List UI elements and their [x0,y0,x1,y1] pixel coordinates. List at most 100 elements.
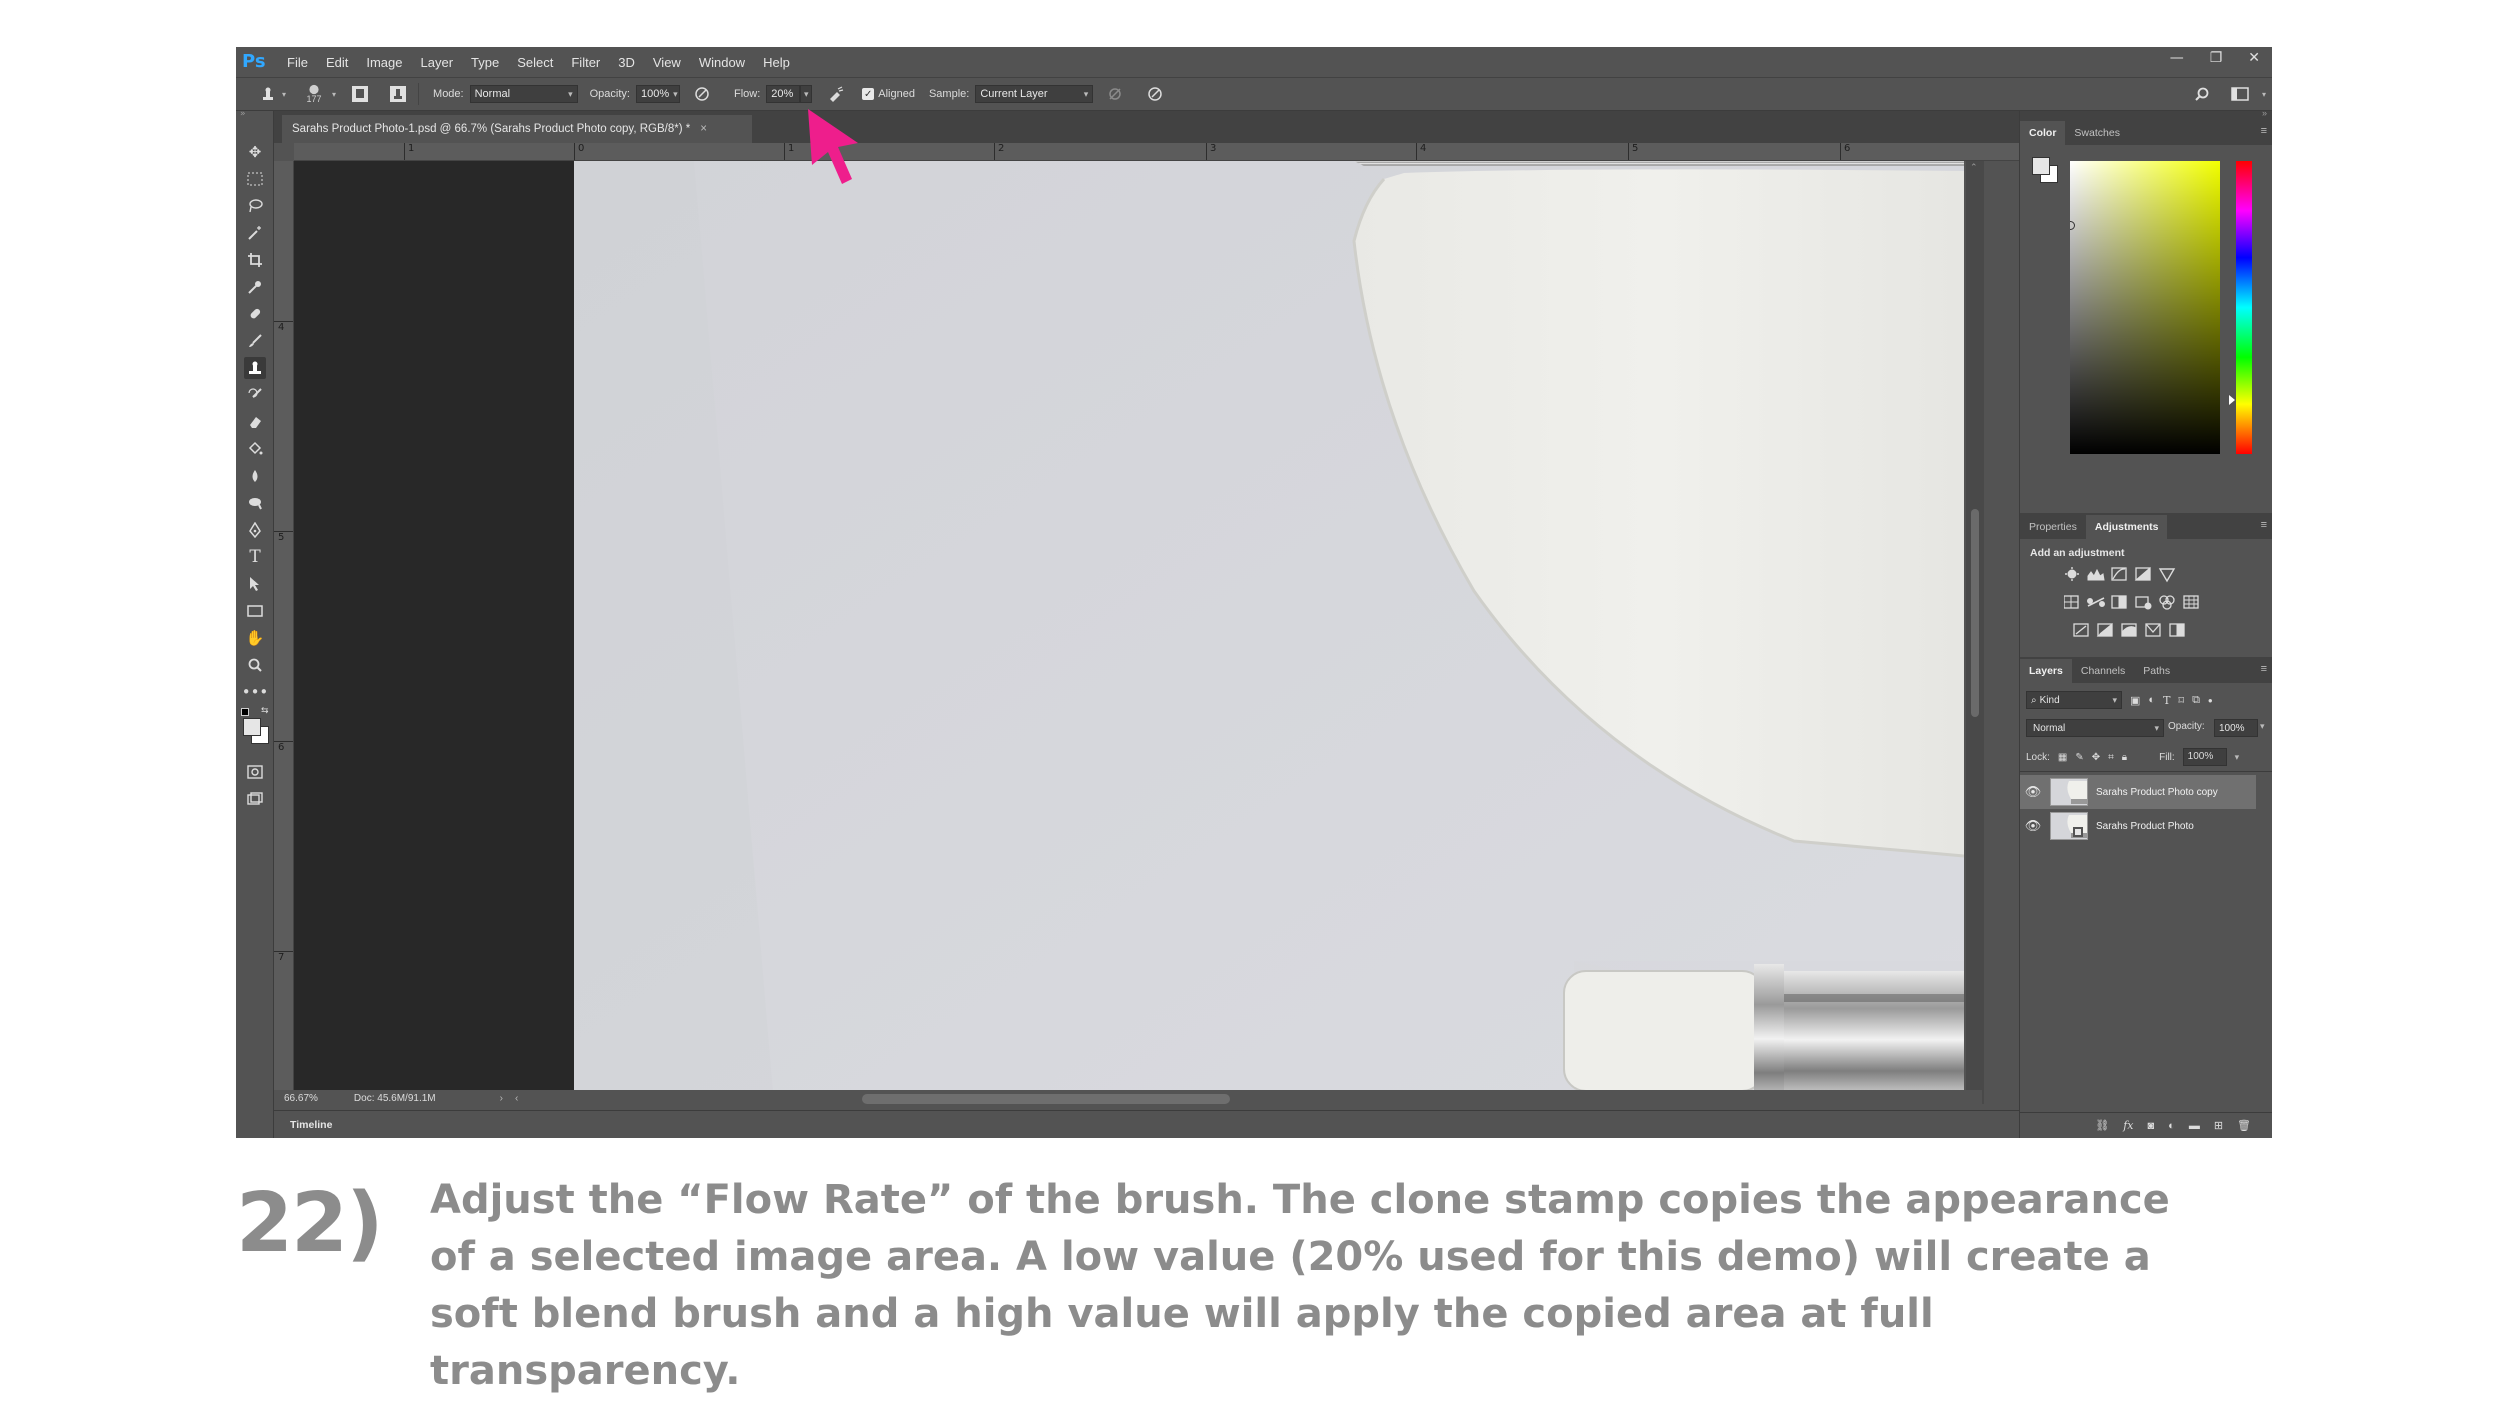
chevron-down-icon[interactable]: ▾ [2235,752,2240,763]
more-tools-icon[interactable]: ••• [242,681,269,703]
lock-transparent-icon[interactable]: ▦ [2058,752,2067,763]
tab-adjustments[interactable]: Adjustments [2085,515,2168,539]
smart-object-filter-icon[interactable]: ⧉ [2192,694,2200,707]
link-layers-icon[interactable]: ⛓︎ [2095,1119,2109,1132]
shape-filter-icon[interactable]: ⌑ [2178,694,2184,707]
menu-layer[interactable]: Layer [412,55,463,70]
pressure-opacity-icon[interactable] [692,84,712,104]
healing-brush-tool-icon[interactable] [244,303,266,325]
swap-colors-icon[interactable]: ⇆ [261,706,269,716]
timeline-tab[interactable]: Timeline [284,1114,338,1136]
collapse-icon[interactable]: » [2262,108,2267,118]
chevron-down-icon[interactable]: ▾ [282,90,286,99]
menu-select[interactable]: Select [508,55,562,70]
color-saturation-field[interactable] [2070,161,2220,454]
lock-artboard-icon[interactable]: ⌗ [2108,752,2114,763]
menu-type[interactable]: Type [462,55,508,70]
move-tool-icon[interactable]: ✥ [244,141,266,163]
history-brush-tool-icon[interactable] [244,384,266,406]
hue-slider-thumb[interactable] [2229,395,2235,405]
flow-dropdown-button[interactable]: ▾ [800,85,813,103]
chevron-down-icon[interactable]: ▾ [2260,721,2265,732]
status-menu-icon[interactable]: › [500,1093,503,1104]
add-mask-icon[interactable]: ◙ [2148,1120,2155,1132]
menu-image[interactable]: Image [357,55,411,70]
eyedropper-tool-icon[interactable] [244,276,266,298]
layer-row[interactable]: 👁︎ Sarahs Product Photo [2020,809,2256,843]
path-selection-tool-icon[interactable] [244,573,266,595]
brush-tool-icon[interactable] [244,330,266,352]
crop-tool-icon[interactable] [244,249,266,271]
color-swatches[interactable]: ⇆ [241,706,271,750]
tab-color[interactable]: Color [2020,121,2066,145]
layer-style-icon[interactable]: fx [2123,1119,2133,1132]
lasso-tool-icon[interactable] [244,195,266,217]
workspace-icon[interactable] [2230,84,2250,104]
airbrush-icon[interactable] [826,84,846,104]
vertical-scroll-thumb[interactable] [1971,509,1979,717]
brush-panel-icon[interactable] [350,84,370,104]
zoom-tool-icon[interactable] [244,654,266,676]
flow-field[interactable]: 20% [766,85,801,103]
close-tab-icon[interactable]: × [700,123,707,135]
close-button[interactable]: ✕ [2248,50,2260,66]
layer-row[interactable]: 👁︎ Sarahs Product Photo copy [2020,775,2256,809]
vertical-scrollbar[interactable]: ⌃ ⌄ [1966,161,1984,1104]
restore-button[interactable]: ❐ [2210,50,2223,66]
clone-source-panel-icon[interactable] [388,84,408,104]
new-layer-icon[interactable]: ⊞ [2214,1119,2223,1132]
horizontal-scroll-thumb[interactable] [862,1094,1230,1104]
adjustment-filter-icon[interactable]: ◐ [2148,694,2155,706]
eye-icon[interactable]: 👁︎ [2020,818,2046,834]
hand-tool-icon[interactable]: ✋ [244,627,266,649]
panel-menu-icon[interactable]: ≡ [2261,519,2267,531]
type-filter-icon[interactable]: T [2163,694,2170,707]
tab-swatches[interactable]: Swatches [2065,121,2129,145]
canvas-area[interactable] [294,161,1964,1104]
lock-image-icon[interactable]: ✎ [2075,752,2083,763]
blend-mode-select[interactable]: Normal ▾ [2026,719,2164,737]
sample-select[interactable]: Current Layer ▾ [975,85,1094,103]
hue-slider[interactable] [2229,161,2252,454]
menu-edit[interactable]: Edit [317,55,357,70]
type-tool-icon[interactable]: T [244,546,266,568]
layer-filter-select[interactable]: ⌕ Kind ▾ [2026,691,2122,709]
magic-wand-tool-icon[interactable] [244,222,266,244]
product-photo[interactable] [574,161,1964,1104]
quick-mask-icon[interactable] [244,761,266,783]
aligned-checkbox[interactable]: ✓ Aligned [862,88,915,100]
eye-icon[interactable]: 👁︎ [2020,784,2046,800]
chevron-down-icon[interactable]: ▾ [332,90,336,99]
tab-paths[interactable]: Paths [2134,659,2179,683]
layer-opacity-field[interactable]: 100% [2214,719,2258,737]
lock-position-icon[interactable]: ✥ [2092,752,2100,763]
paint-bucket-tool-icon[interactable] [244,438,266,460]
minimize-button[interactable]: — [2170,50,2184,66]
rectangle-tool-icon[interactable] [244,600,266,622]
tab-layers[interactable]: Layers [2020,659,2072,683]
menu-3d[interactable]: 3D [609,55,644,70]
tab-channels[interactable]: Channels [2072,659,2134,683]
chevron-up-icon[interactable]: ⌃ [1970,163,1978,173]
eraser-tool-icon[interactable] [244,411,266,433]
color-panel-swatches[interactable] [2030,155,2060,187]
menu-filter[interactable]: Filter [562,55,609,70]
mode-select[interactable]: Normal ▾ [469,85,578,103]
collapse-icon[interactable]: » [240,109,246,119]
scroll-left-icon[interactable]: ‹ [515,1093,518,1104]
menu-view[interactable]: View [644,55,690,70]
pressure-size-icon[interactable] [1145,84,1165,104]
layer-name[interactable]: Sarahs Product Photo copy [2096,787,2218,798]
filter-toggle-icon[interactable]: ● [2208,696,2213,705]
clone-stamp-tool-icon[interactable] [244,357,266,379]
panel-menu-icon[interactable]: ≡ [2261,125,2267,137]
ignore-adjustment-layers-icon[interactable] [1105,84,1125,104]
clone-stamp-preset-icon[interactable] [258,84,278,104]
layer-name[interactable]: Sarahs Product Photo [2096,821,2194,832]
pixel-filter-icon[interactable]: ▣ [2130,694,2140,707]
document-tab[interactable]: Sarahs Product Photo-1.psd @ 66.7% (Sara… [282,115,752,143]
opacity-field[interactable]: 100% ▾ [635,85,680,103]
menu-window[interactable]: Window [690,55,754,70]
foreground-color-swatch[interactable] [243,718,261,736]
panel-menu-icon[interactable]: ≡ [2261,663,2267,675]
